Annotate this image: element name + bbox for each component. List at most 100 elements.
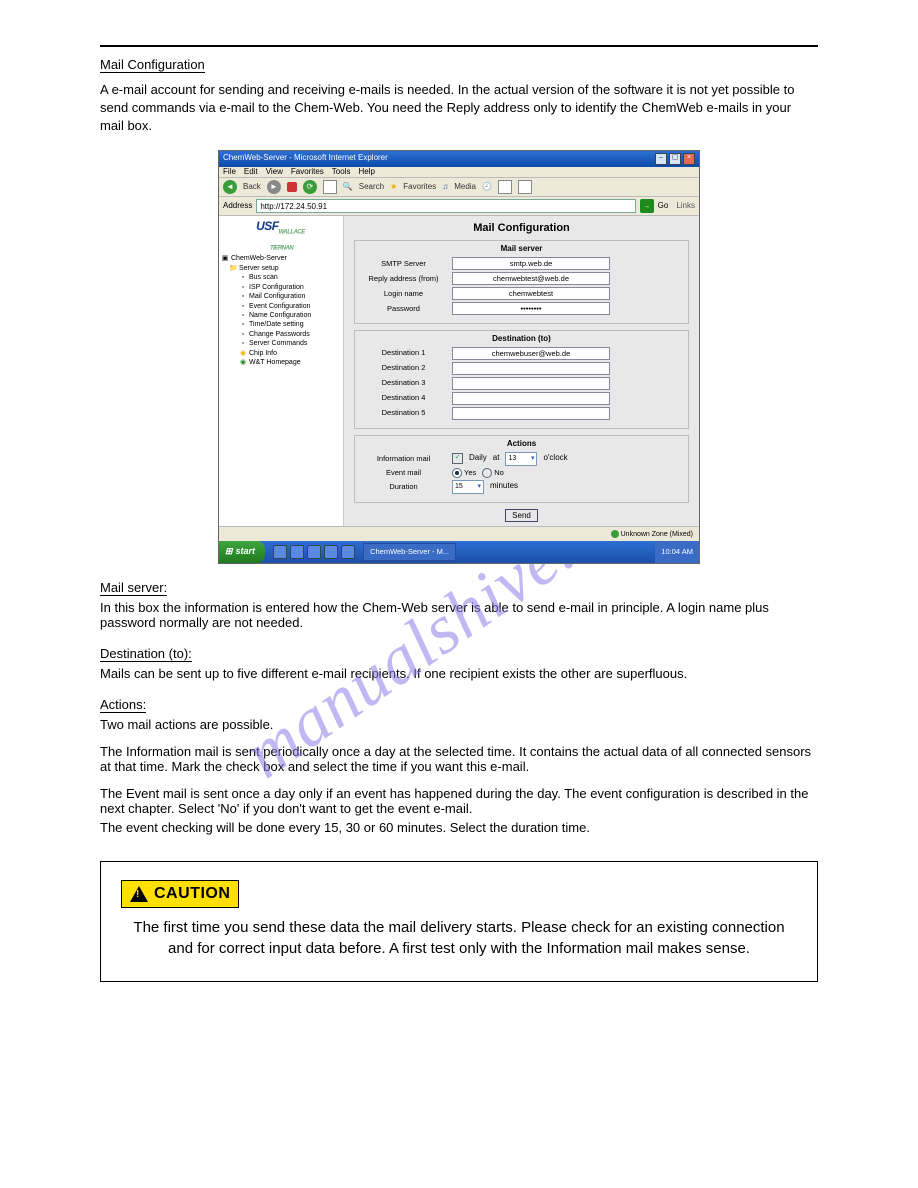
tree-wt-homepage[interactable]: ◉W&T Homepage	[221, 358, 341, 367]
menu-edit[interactable]: Edit	[244, 168, 258, 177]
clock: 10:04 AM	[661, 548, 693, 556]
print-icon[interactable]	[518, 180, 532, 194]
ql-icon[interactable]	[273, 545, 287, 559]
caution-sign: CAUTION	[121, 880, 239, 908]
tree-chip-info[interactable]: ◉Chip Info	[221, 349, 341, 358]
tree-mail-config[interactable]: ▫Mail Configuration	[221, 292, 341, 301]
heading-mailserver: Mail server:	[100, 580, 167, 596]
dest2-label: Destination 2	[361, 364, 446, 372]
back-button[interactable]: ◄	[223, 180, 237, 194]
window-title: ChemWeb-Server - Microsoft Internet Expl…	[223, 154, 388, 163]
tree-isp-config[interactable]: ▫ISP Configuration	[221, 283, 341, 292]
address-label: Address	[223, 202, 252, 211]
history-icon[interactable]: 🕘	[482, 183, 492, 192]
links-label: Links	[676, 202, 695, 211]
panel-heading: Mail Configuration	[354, 222, 689, 234]
media-label: Media	[454, 183, 476, 192]
section-mailserver: Mail server: In this box the information…	[100, 580, 818, 630]
tree-server-setup[interactable]: 📁Server setup	[221, 264, 341, 273]
dest5-input[interactable]	[452, 407, 610, 420]
daily-checkbox[interactable]	[452, 453, 463, 464]
tree-server-commands[interactable]: ▫Server Commands	[221, 339, 341, 348]
mail-toolbar-icon[interactable]	[498, 180, 512, 194]
home-button[interactable]	[323, 180, 337, 194]
at-label: at	[493, 454, 500, 463]
text-mailserver: In this box the information is entered h…	[100, 600, 818, 630]
tree-change-passwords[interactable]: ▫Change Passwords	[221, 330, 341, 339]
favorites-label: Favorites	[403, 183, 436, 192]
text-destination: Mails can be sent up to five different e…	[100, 666, 818, 681]
event-mail-label: Event mail	[361, 469, 446, 477]
ql-icon[interactable]	[324, 545, 338, 559]
menu-view[interactable]: View	[266, 168, 283, 177]
tree-event-config[interactable]: ▫Event Configuration	[221, 302, 341, 311]
group-actions: Actions Information mail Daily at 13▾ o'…	[354, 435, 689, 503]
ql-icon[interactable]	[307, 545, 321, 559]
duration-select[interactable]: 15▾	[452, 480, 484, 494]
media-icon[interactable]: ♫	[442, 183, 448, 192]
section-actions: Actions: Two mail actions are possible. …	[100, 697, 818, 835]
tree-root[interactable]: ▣ChemWeb-Server	[221, 254, 341, 263]
taskbar-item[interactable]: ChemWeb-Server - M...	[363, 543, 456, 561]
ql-icon[interactable]	[341, 545, 355, 559]
group-destination: Destination (to) Destination 1chemwebuse…	[354, 330, 689, 429]
event-no-radio[interactable]: No	[482, 468, 504, 478]
menu-tools[interactable]: Tools	[332, 168, 351, 177]
password-label: Password	[361, 305, 446, 313]
section-destination: Destination (to): Mails can be sent up t…	[100, 646, 818, 681]
dest1-input[interactable]: chemwebuser@web.de	[452, 347, 610, 360]
daily-label: Daily	[469, 454, 487, 463]
smtp-input[interactable]: smtp.web.de	[452, 257, 610, 270]
status-text: Unknown Zone (Mixed)	[621, 531, 693, 539]
warning-icon	[130, 886, 148, 902]
sidebar: USFWALLACE TIERNAN ▣ChemWeb-Server 📁Serv…	[219, 216, 344, 526]
content-panel: Mail Configuration Mail server SMTP Serv…	[344, 216, 699, 526]
screenshot-figure: ChemWeb-Server - Microsoft Internet Expl…	[100, 150, 818, 565]
minutes-label: minutes	[490, 482, 518, 491]
login-input[interactable]: chemwebtest	[452, 287, 610, 300]
maximize-button[interactable]: ▢	[669, 153, 681, 165]
info-mail-label: Information mail	[361, 455, 446, 463]
dest2-input[interactable]	[452, 362, 610, 375]
stop-button[interactable]	[287, 182, 297, 192]
caution-label: CAUTION	[154, 885, 230, 903]
heading-destination: Destination (to):	[100, 646, 192, 662]
go-button[interactable]: →	[640, 199, 654, 213]
status-bar: Unknown Zone (Mixed)	[219, 526, 699, 541]
window-buttons: – ▢ ×	[655, 153, 695, 165]
reply-input[interactable]: chemwebtest@web.de	[452, 272, 610, 285]
login-label: Login name	[361, 290, 446, 298]
tree-name-config[interactable]: ▫Name Configuration	[221, 311, 341, 320]
hour-select[interactable]: 13▾	[505, 452, 537, 466]
password-input[interactable]: ••••••••	[452, 302, 610, 315]
logo: USFWALLACE TIERNAN	[221, 220, 341, 252]
menu-favorites[interactable]: Favorites	[291, 168, 324, 177]
group-mail-server-title: Mail server	[361, 245, 682, 254]
close-button[interactable]: ×	[683, 153, 695, 165]
caution-box: CAUTION The first time you send these da…	[100, 861, 818, 982]
dest4-input[interactable]	[452, 392, 610, 405]
refresh-button[interactable]: ⟳	[303, 180, 317, 194]
send-button[interactable]: Send	[505, 509, 538, 522]
heading-actions: Actions:	[100, 697, 146, 713]
address-input[interactable]	[256, 199, 635, 213]
start-button[interactable]: ⊞start	[219, 541, 265, 563]
dest4-label: Destination 4	[361, 394, 446, 402]
chevron-down-icon: ▾	[531, 454, 535, 464]
favorites-icon[interactable]: ★	[390, 183, 397, 192]
system-tray: 10:04 AM	[655, 541, 699, 563]
minimize-button[interactable]: –	[655, 153, 667, 165]
tree-bus-scan[interactable]: ▫Bus scan	[221, 273, 341, 282]
group-actions-title: Actions	[361, 440, 682, 449]
duration-label: Duration	[361, 483, 446, 491]
search-icon[interactable]: 🔍	[343, 183, 353, 192]
menu-file[interactable]: File	[223, 168, 236, 177]
tree-time-date[interactable]: ▫Time/Date setting	[221, 320, 341, 329]
event-yes-radio[interactable]: Yes	[452, 468, 476, 478]
document-page: manualshive.com Mail Configuration A e-m…	[0, 0, 918, 1188]
menu-help[interactable]: Help	[358, 168, 374, 177]
dest3-input[interactable]	[452, 377, 610, 390]
forward-button[interactable]: ►	[267, 180, 281, 194]
text-actions-info: The Information mail is sent periodicall…	[100, 744, 818, 774]
ql-icon[interactable]	[290, 545, 304, 559]
